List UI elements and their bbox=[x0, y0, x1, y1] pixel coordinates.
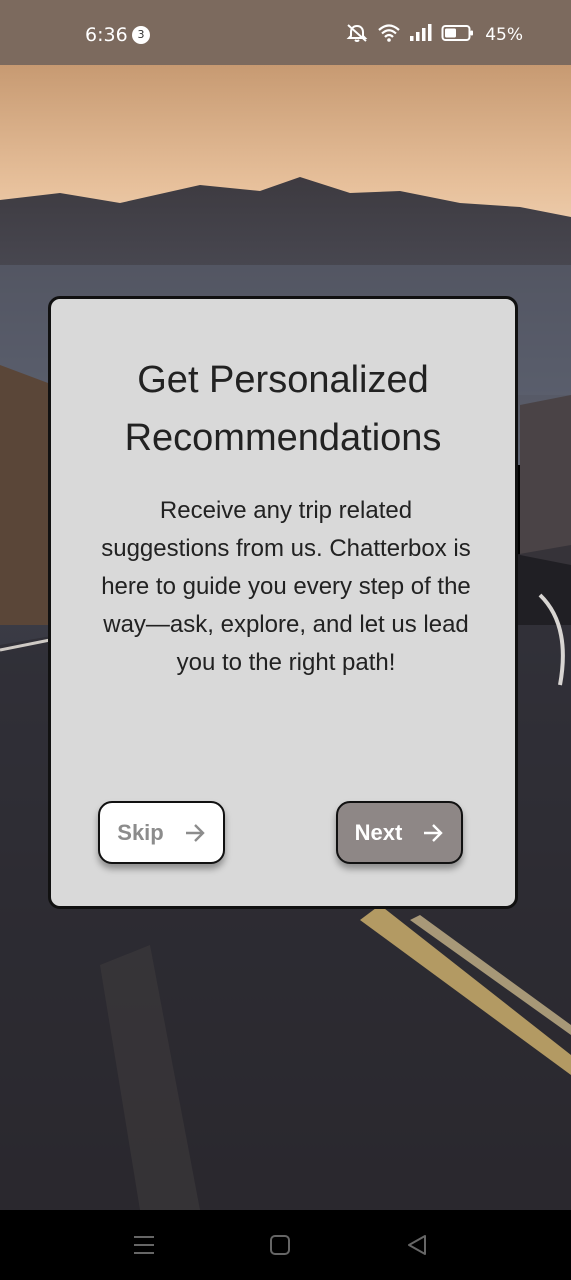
notification-badge: 3 bbox=[132, 26, 150, 44]
arrow-right-icon bbox=[184, 823, 206, 843]
card-description: Receive any trip related suggestions fro… bbox=[101, 497, 471, 676]
status-bar: 6:36 3 45% bbox=[0, 0, 571, 65]
next-label: Next bbox=[354, 819, 403, 845]
status-time: 6:36 bbox=[85, 24, 128, 46]
arrow-right-icon bbox=[422, 823, 444, 843]
status-icons: 45% bbox=[345, 24, 523, 46]
menu-icon[interactable] bbox=[133, 1234, 155, 1261]
back-icon[interactable] bbox=[406, 1234, 428, 1261]
battery-percent: 45% bbox=[485, 25, 523, 45]
home-icon[interactable] bbox=[269, 1234, 291, 1261]
signal-icon bbox=[409, 23, 433, 47]
battery-icon bbox=[441, 23, 475, 47]
wifi-icon bbox=[377, 23, 401, 47]
skip-button[interactable]: Skip bbox=[98, 801, 225, 864]
next-button[interactable]: Next bbox=[336, 801, 463, 864]
skip-label: Skip bbox=[117, 819, 164, 845]
card-title: Get Personalized Recommendations bbox=[124, 359, 442, 459]
navigation-bar bbox=[0, 1210, 571, 1280]
onboarding-card: Get Personalized Recommendations Receive… bbox=[48, 296, 518, 909]
mute-icon bbox=[345, 23, 369, 47]
